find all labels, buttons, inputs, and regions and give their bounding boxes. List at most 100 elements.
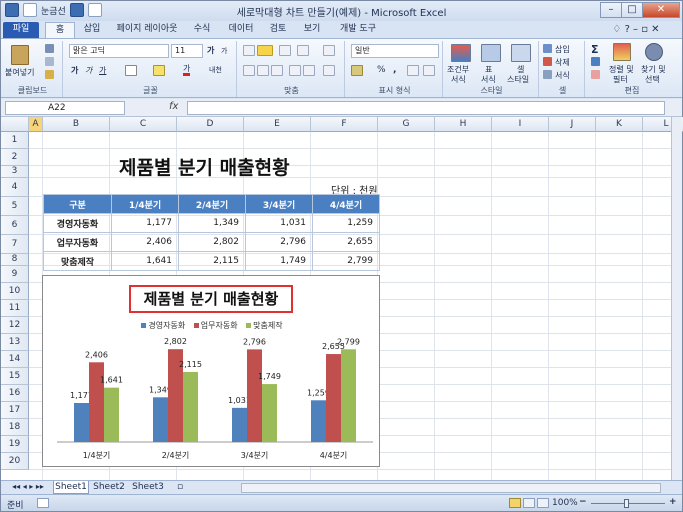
vertical-scrollbar[interactable] — [671, 117, 682, 480]
row-header-18[interactable]: 18 — [1, 419, 29, 436]
column-header-j[interactable]: J — [549, 117, 596, 132]
row-header-5[interactable]: 5 — [1, 197, 29, 216]
tab-file[interactable]: 파일 — [3, 22, 39, 38]
comma-button[interactable]: , — [393, 65, 396, 75]
cut-icon[interactable] — [45, 44, 54, 53]
column-header-d[interactable]: D — [177, 117, 244, 132]
bar[interactable] — [74, 403, 89, 442]
column-header-g[interactable]: G — [378, 117, 435, 132]
fill-color-icon[interactable] — [153, 65, 165, 76]
cell-styles-label-2[interactable]: 스타일 — [507, 74, 529, 85]
minimize-button[interactable]: – — [600, 2, 622, 18]
tab-data[interactable]: 데이터 — [221, 22, 261, 38]
delete-cells-icon[interactable] — [543, 57, 552, 66]
zoom-out-button[interactable]: − — [579, 497, 587, 507]
row-header-6[interactable]: 6 — [1, 216, 29, 235]
sort-filter-label-2[interactable]: 필터 — [613, 74, 628, 85]
sheet-nav-arrows[interactable]: ◂◂ ◂ ▸ ▸▸ — [5, 481, 51, 494]
format-cells-icon[interactable] — [543, 70, 552, 79]
bar[interactable] — [89, 362, 104, 442]
delete-cells-button[interactable]: 삭제 — [555, 57, 570, 68]
table-cell[interactable]: 1,259 — [312, 213, 380, 233]
bar[interactable] — [326, 354, 341, 442]
row-header-10[interactable]: 10 — [1, 283, 29, 300]
cell-styles-icon[interactable] — [511, 44, 531, 62]
phonetic-button[interactable]: 내천 — [209, 65, 222, 75]
underline-button[interactable]: 가 — [99, 65, 106, 76]
row-header-11[interactable]: 11 — [1, 300, 29, 317]
row-header-7[interactable]: 7 — [1, 235, 29, 254]
column-header-h[interactable]: H — [435, 117, 492, 132]
table-cell[interactable]: 2,115 — [178, 251, 246, 271]
select-all-corner[interactable] — [1, 117, 29, 132]
table-cell[interactable]: 1,349 — [178, 213, 246, 233]
align-left-icon[interactable] — [243, 65, 255, 76]
tab-review[interactable]: 검토 — [263, 22, 293, 38]
formula-input[interactable] — [187, 101, 665, 115]
decrease-indent-icon[interactable] — [289, 65, 301, 76]
column-header-i[interactable]: I — [492, 117, 549, 132]
wrap-text-icon[interactable] — [323, 45, 335, 56]
table-cell[interactable]: 2,406 — [111, 232, 179, 252]
table-cell[interactable]: 1,177 — [111, 213, 179, 233]
table-cell[interactable]: 2,799 — [312, 251, 380, 271]
format-cells-button[interactable]: 서식 — [555, 70, 570, 81]
column-chart[interactable]: 제품별 분기 매출현황 경영자동화 업무자동화 맞춤제작 1,177 2,406 1… — [42, 275, 380, 467]
italic-button[interactable]: 가 — [85, 65, 92, 76]
new-sheet-icon[interactable]: ▫ — [171, 481, 189, 494]
row-header-14[interactable]: 14 — [1, 351, 29, 368]
autosum-button[interactable]: Σ — [591, 43, 599, 56]
align-middle-icon[interactable] — [257, 45, 273, 56]
table-cell[interactable]: 1,749 — [245, 251, 313, 271]
sort-filter-icon[interactable] — [613, 43, 631, 61]
conditional-format-label-2[interactable]: 서식 — [451, 74, 466, 85]
find-select-icon[interactable] — [645, 43, 663, 61]
ribbon-help-icons[interactable]: ♢ ? – ▫ ✕ — [601, 22, 671, 38]
zoom-level[interactable]: 100% — [552, 498, 578, 508]
format-painter-icon[interactable] — [45, 70, 54, 79]
row-header-8[interactable]: 8 — [1, 254, 29, 266]
shrink-font-button[interactable]: 가 — [221, 46, 227, 56]
row-header-15[interactable]: 15 — [1, 368, 29, 385]
decrease-decimal-icon[interactable] — [423, 65, 435, 76]
table-cell[interactable]: 2,796 — [245, 232, 313, 252]
sheet-tab-1[interactable]: Sheet1 — [53, 481, 89, 494]
horizontal-scrollbar[interactable] — [241, 483, 661, 493]
page-break-view-icon[interactable] — [537, 498, 549, 508]
find-select-label-2[interactable]: 선택 — [645, 74, 660, 85]
zoom-in-button[interactable]: + — [669, 497, 677, 507]
column-header-k[interactable]: K — [596, 117, 643, 132]
table-cell[interactable]: 경영자동화 — [43, 213, 112, 233]
tab-view[interactable]: 보기 — [297, 22, 327, 38]
grow-font-button[interactable]: 가 — [207, 45, 214, 56]
tab-home[interactable]: 홈 — [45, 22, 75, 38]
column-header-b[interactable]: B — [43, 117, 110, 132]
row-header-17[interactable]: 17 — [1, 402, 29, 419]
align-center-icon[interactable] — [257, 65, 269, 76]
column-header-f[interactable]: F — [311, 117, 378, 132]
table-cell[interactable]: 1,641 — [111, 251, 179, 271]
row-header-9[interactable]: 9 — [1, 266, 29, 283]
table-cell[interactable]: 2,802 — [178, 232, 246, 252]
copy-icon[interactable] — [45, 57, 54, 66]
increase-decimal-icon[interactable] — [407, 65, 419, 76]
table-cell[interactable]: 1,031 — [245, 213, 313, 233]
fill-icon[interactable] — [591, 57, 600, 66]
tab-formulas[interactable]: 수식 — [187, 22, 217, 38]
normal-view-icon[interactable] — [509, 498, 521, 508]
conditional-format-icon[interactable] — [451, 44, 471, 62]
bar[interactable] — [104, 387, 119, 442]
maximize-button[interactable]: □ — [621, 2, 643, 18]
bar[interactable] — [153, 397, 168, 442]
close-button[interactable]: ✕ — [642, 2, 680, 18]
orientation-icon[interactable] — [297, 45, 309, 56]
bar[interactable] — [341, 349, 356, 442]
header-cell[interactable]: 2/4분기 — [178, 194, 246, 214]
align-right-icon[interactable] — [271, 65, 283, 76]
paste-button[interactable]: 붙여넣기 — [5, 67, 34, 78]
table-cell[interactable]: 2,655 — [312, 232, 380, 252]
macro-record-icon[interactable] — [37, 498, 49, 508]
align-bottom-icon[interactable] — [279, 45, 291, 56]
sheet-tab-2[interactable]: Sheet2 — [91, 481, 127, 494]
worksheet[interactable]: ABCDEFGHIJKL 1 2 3 4 5 6 7 8 9 10 11 12 13 14 15 16 17 18… — [1, 117, 683, 480]
